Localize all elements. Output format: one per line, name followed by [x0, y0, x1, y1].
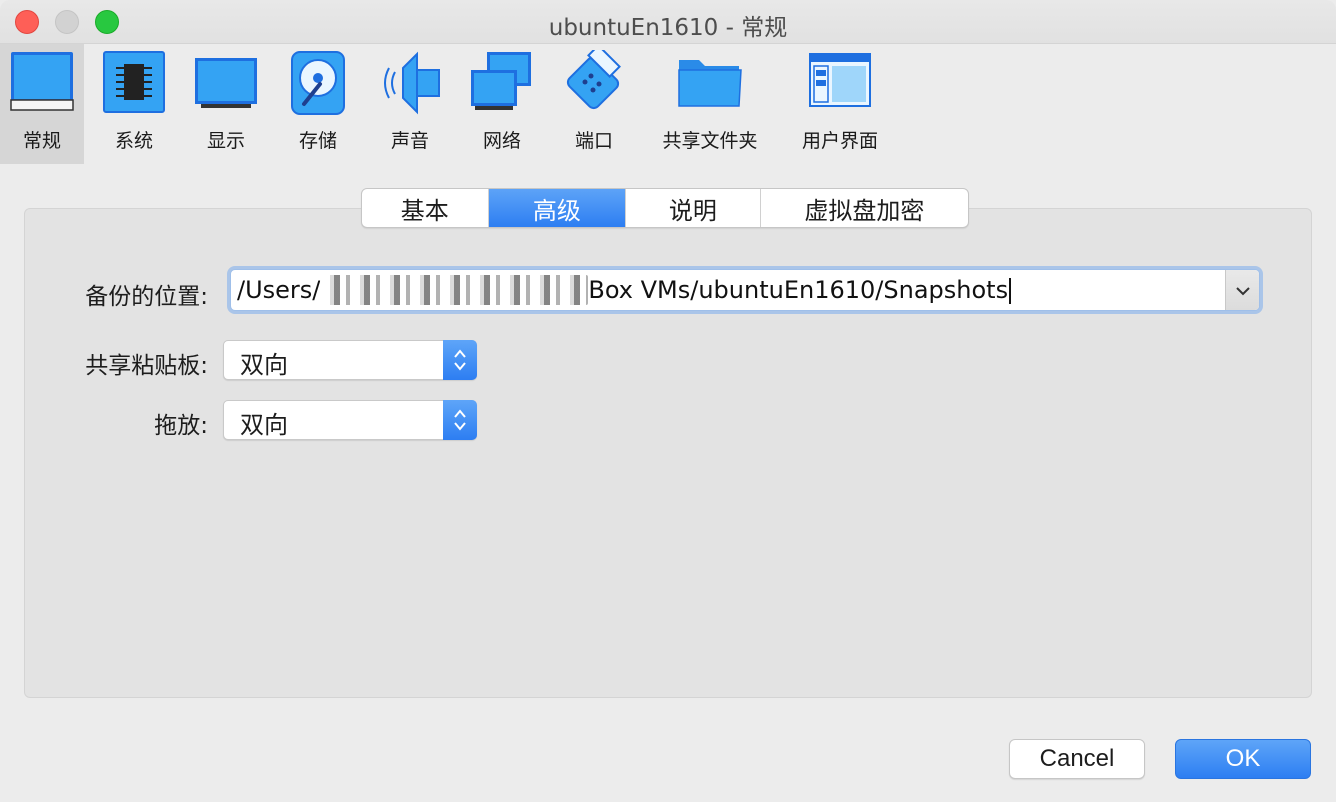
tab-bar: 基本 高级 说明 虚拟盘加密 — [361, 188, 969, 228]
drag-drop-value: 双向 — [240, 411, 288, 439]
monitor-icon — [193, 50, 259, 118]
toolbar-label: 端口 — [574, 130, 613, 152]
toolbar-label: 存储 — [298, 130, 337, 152]
speaker-icon — [377, 50, 443, 120]
general-icon — [9, 50, 75, 118]
tab-description[interactable]: 说明 — [626, 189, 761, 227]
text-caret — [1009, 278, 1012, 304]
folder-icon — [677, 50, 743, 114]
toolbar-label: 网络 — [482, 130, 521, 152]
toolbar-item-network[interactable]: 网络 — [460, 44, 544, 164]
tab-advanced[interactable]: 高级 — [488, 189, 627, 227]
tab-disk-encryption[interactable]: 虚拟盘加密 — [761, 189, 968, 227]
chip-icon — [102, 50, 166, 118]
tab-basic[interactable]: 基本 — [362, 189, 489, 227]
toolbar-item-audio[interactable]: 声音 — [368, 44, 452, 164]
ok-button[interactable]: OK — [1175, 739, 1311, 779]
title-bar: ubuntuEn1610 - 常规 — [0, 0, 1336, 44]
toolbar-item-display[interactable]: 显示 — [184, 44, 268, 164]
toolbar-item-system[interactable]: 系统 — [92, 44, 176, 164]
updown-chevron-icon — [443, 400, 477, 440]
cancel-button[interactable]: Cancel — [1009, 739, 1145, 779]
toolbar-label: 共享文件夹 — [662, 130, 758, 152]
toolbar-label: 常规 — [22, 130, 61, 152]
path-suffix: Box VMs/ubuntuEn1610/Snapshots — [588, 276, 1009, 304]
snapshot-folder-label: 备份的位置: — [85, 284, 208, 310]
toolbar-label: 显示 — [206, 130, 245, 152]
toolbar-item-storage[interactable]: 存储 — [276, 44, 360, 164]
settings-window: ubuntuEn1610 - 常规 常规 系统 显示 存储 声音 网络 端口 共… — [0, 0, 1336, 802]
shared-clipboard-value: 双向 — [240, 351, 288, 379]
window-title: ubuntuEn1610 - 常规 — [548, 15, 788, 41]
toolbar-item-shared-folders[interactable]: 共享文件夹 — [654, 44, 766, 164]
path-prefix: /Users/ — [237, 276, 321, 304]
drag-drop-select[interactable]: 双向 — [223, 400, 477, 440]
settings-toolbar: 常规 系统 显示 存储 声音 网络 端口 共享文件夹 用户界面 — [0, 44, 1336, 164]
port-icon — [561, 44, 627, 120]
snapshot-folder-dropdown-button[interactable] — [1225, 270, 1259, 310]
chevron-down-icon — [1235, 281, 1251, 300]
toolbar-label: 系统 — [114, 130, 153, 152]
updown-chevron-icon — [443, 340, 477, 380]
redaction-mask — [320, 275, 588, 305]
shared-clipboard-select[interactable]: 双向 — [223, 340, 477, 380]
toolbar-label: 声音 — [390, 130, 429, 152]
shared-clipboard-label: 共享粘贴板: — [85, 353, 208, 379]
toolbar-label: 用户界面 — [801, 130, 878, 152]
network-icon — [469, 50, 535, 118]
ui-window-icon — [808, 50, 872, 114]
drag-drop-label: 拖放: — [154, 413, 208, 439]
toolbar-item-ports[interactable]: 端口 — [552, 44, 636, 164]
toolbar-item-general[interactable]: 常规 — [0, 44, 84, 164]
disk-icon — [290, 50, 346, 120]
toolbar-item-user-interface[interactable]: 用户界面 — [790, 44, 890, 164]
